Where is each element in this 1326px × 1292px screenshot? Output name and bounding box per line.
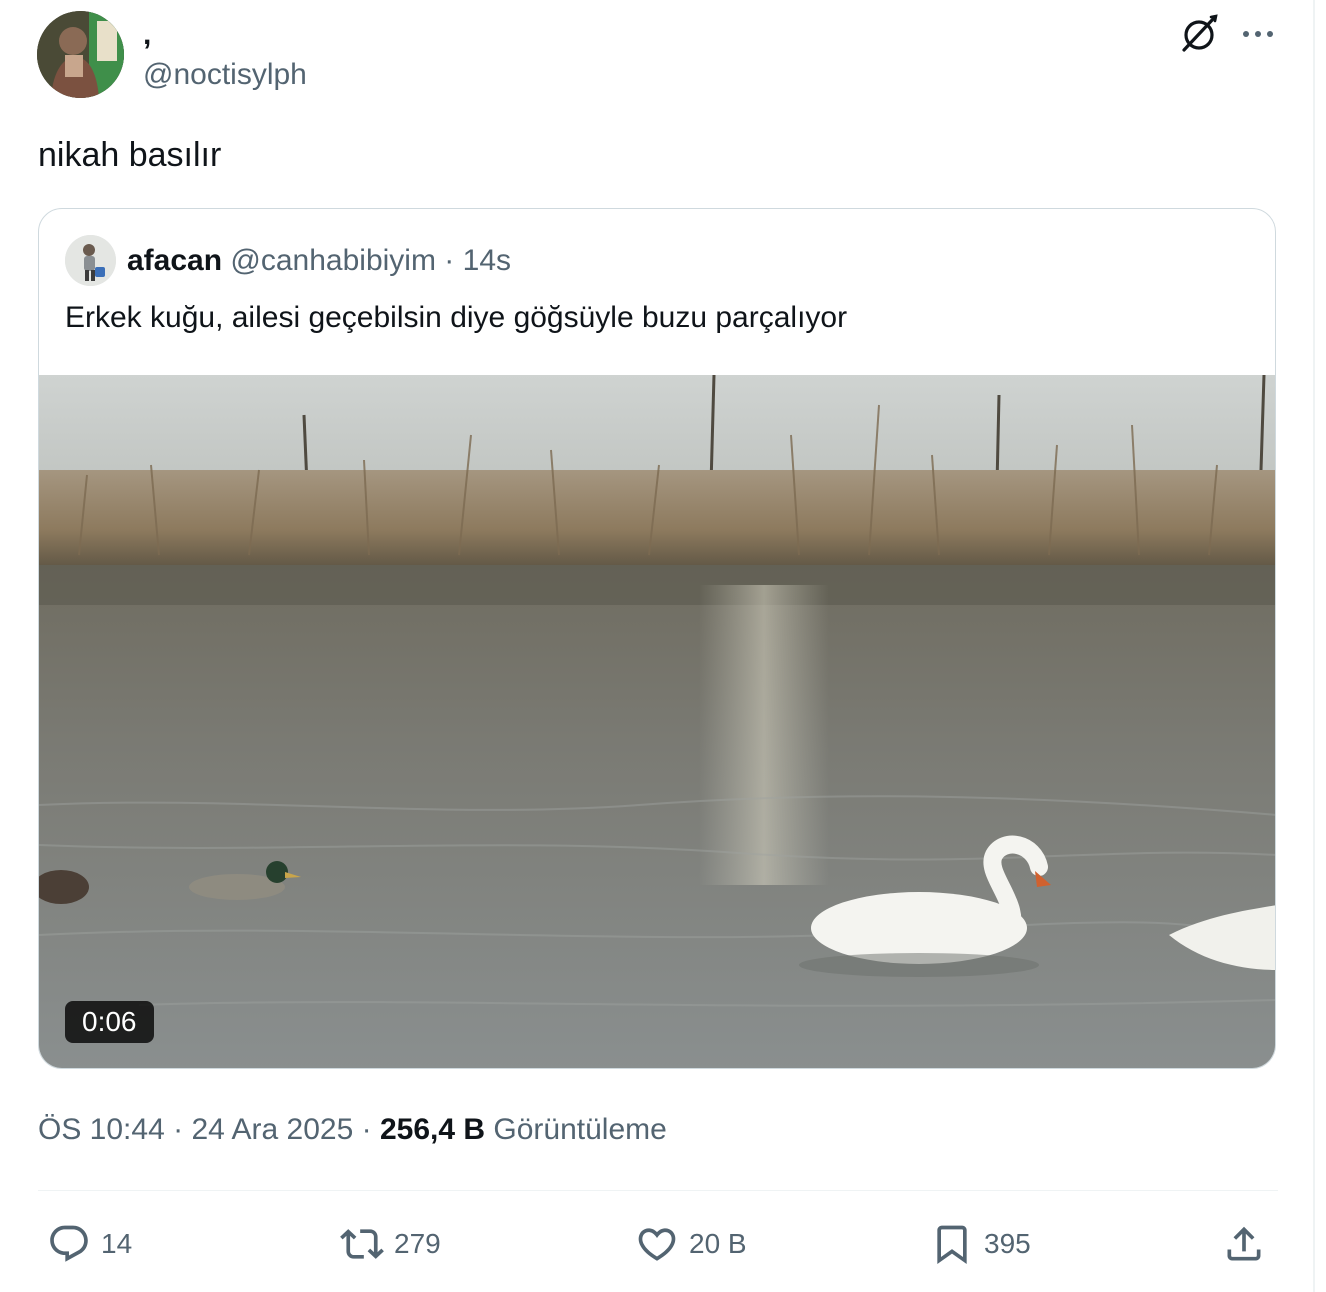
share-button[interactable] bbox=[1222, 1220, 1266, 1268]
quoted-tweet-text: Erkek kuğu, ailesi geçebilsin diye göğsü… bbox=[65, 301, 848, 334]
heart-icon bbox=[638, 1228, 676, 1261]
video-duration-badge: 0:06 bbox=[65, 1001, 154, 1043]
reply-icon bbox=[50, 1225, 88, 1262]
reply-button[interactable]: 14 bbox=[47, 1220, 132, 1268]
tweet-text: nikah basılır bbox=[38, 136, 222, 174]
bookmark-count: 395 bbox=[984, 1228, 1031, 1259]
author-avatar[interactable] bbox=[37, 11, 124, 98]
bookmark-icon bbox=[937, 1225, 967, 1265]
grok-icon[interactable] bbox=[1178, 12, 1222, 56]
repost-icon bbox=[340, 1229, 384, 1259]
quoted-timestamp: 14s bbox=[462, 244, 512, 277]
quoted-display-name: afacan bbox=[127, 244, 223, 277]
author-display-name[interactable]: , bbox=[143, 16, 151, 54]
author-handle[interactable]: @noctisylph bbox=[143, 56, 307, 94]
bookmark-button[interactable]: 395 bbox=[930, 1220, 1031, 1268]
tweet-time[interactable]: ÖS 10:44 bbox=[38, 1113, 165, 1146]
reply-count: 14 bbox=[101, 1228, 133, 1259]
more-icon[interactable] bbox=[1236, 14, 1280, 54]
tweet-date[interactable]: 24 Ara 2025 bbox=[191, 1113, 353, 1146]
divider bbox=[38, 1190, 1278, 1191]
quoted-tweet-card[interactable]: afacan @canhabibiyim · 14s Erkek kuğu, a… bbox=[38, 208, 1276, 1069]
meta-separator: · bbox=[361, 1113, 372, 1146]
views-label: Görüntüleme bbox=[493, 1113, 667, 1146]
repost-button[interactable]: 279 bbox=[340, 1220, 441, 1268]
video-player[interactable]: 0:06 bbox=[39, 375, 1275, 1068]
quoted-author-avatar bbox=[65, 235, 116, 286]
views-count[interactable]: 256,4 B bbox=[380, 1113, 485, 1146]
share-icon bbox=[1227, 1226, 1261, 1261]
quoted-handle: @canhabibiyim bbox=[230, 244, 436, 277]
meta-separator: · bbox=[173, 1113, 184, 1146]
tweet-meta: ÖS 10:44 · 24 Ara 2025 · 256,4 B Görüntü… bbox=[38, 1110, 667, 1150]
like-count: 20 B bbox=[689, 1228, 747, 1259]
like-button[interactable]: 20 B bbox=[635, 1220, 747, 1268]
quoted-separator: · bbox=[444, 244, 455, 277]
quoted-header: afacan @canhabibiyim · 14s bbox=[127, 241, 511, 281]
repost-count: 279 bbox=[394, 1228, 441, 1259]
video-frame bbox=[39, 375, 1275, 1068]
page-border bbox=[1313, 0, 1315, 1292]
